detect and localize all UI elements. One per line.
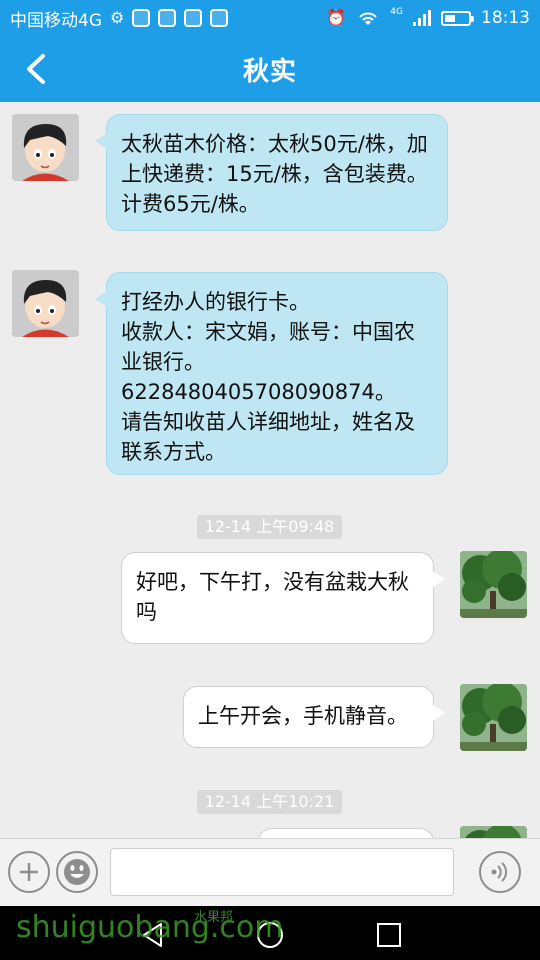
watermark: shuiguobang.com 水果邦 xyxy=(16,910,284,945)
title-bar: 秋实 xyxy=(0,36,540,102)
battery-icon xyxy=(441,10,474,26)
chat-message-list[interactable]: 太秋苗木价格：太秋50元/株，加上快递费：15元/株，含包装费。计费65元/株。… xyxy=(0,102,540,838)
nav-recents-button[interactable] xyxy=(372,918,406,952)
contact-avatar[interactable] xyxy=(12,270,79,337)
message-bubble-incoming[interactable]: 太秋苗木价格：太秋50元/株，加上快递费：15元/株，含包装费。计费65元/株。 xyxy=(95,114,448,231)
back-button[interactable] xyxy=(18,50,54,88)
chevron-left-icon xyxy=(27,54,45,84)
user-avatar[interactable] xyxy=(460,551,527,618)
user-avatar[interactable] xyxy=(460,684,527,751)
message-bubble-outgoing[interactable]: 好吧，下午打，没有盆栽大秋吗 xyxy=(121,552,445,644)
message-timestamp: 12-14 上午09:48 xyxy=(197,515,342,539)
qq-notification-icon xyxy=(158,9,177,27)
wifi-icon xyxy=(359,12,378,25)
message-input[interactable] xyxy=(110,848,454,896)
chat-title: 秋实 xyxy=(242,56,297,87)
contact-avatar[interactable] xyxy=(12,114,79,181)
emoji-button[interactable] xyxy=(56,851,98,893)
carrier-label: 中国移动4G xyxy=(10,10,102,31)
wechat-notification-icon xyxy=(184,9,203,27)
watermark-text: shuiguobang.com xyxy=(16,910,284,945)
browser-notification-icon xyxy=(210,9,229,27)
watermark-cn: 水果邦 xyxy=(194,910,234,925)
message-timestamp: 12-14 上午10:21 xyxy=(197,790,342,814)
message-bubble-outgoing-partial[interactable] xyxy=(258,828,434,838)
square-recents-icon xyxy=(377,923,401,947)
voice-input-button[interactable] xyxy=(479,851,521,893)
network-type: 4G xyxy=(390,7,403,17)
user-avatar[interactable] xyxy=(460,826,527,838)
message-input-bar xyxy=(0,838,540,906)
smiley-icon xyxy=(64,859,90,885)
add-attachment-button[interactable] xyxy=(8,851,50,893)
plus-icon xyxy=(20,863,38,881)
status-bar: 中国移动4G ⚙ ⏰ 4G 18:13 xyxy=(0,0,540,36)
usb-icon: ⚙ xyxy=(110,8,125,27)
alarm-icon: ⏰ xyxy=(326,8,347,27)
sound-wave-icon xyxy=(491,862,508,882)
message-bubble-outgoing[interactable]: 上午开会，手机静音。 xyxy=(183,686,445,748)
app-notification-icon xyxy=(132,9,151,27)
clock: 18:13 xyxy=(481,8,530,28)
message-bubble-incoming[interactable]: 打经办人的银行卡。 收款人：宋文娟，账号：中国农业银行。 62284804057… xyxy=(95,272,448,475)
signal-icon xyxy=(413,10,431,26)
